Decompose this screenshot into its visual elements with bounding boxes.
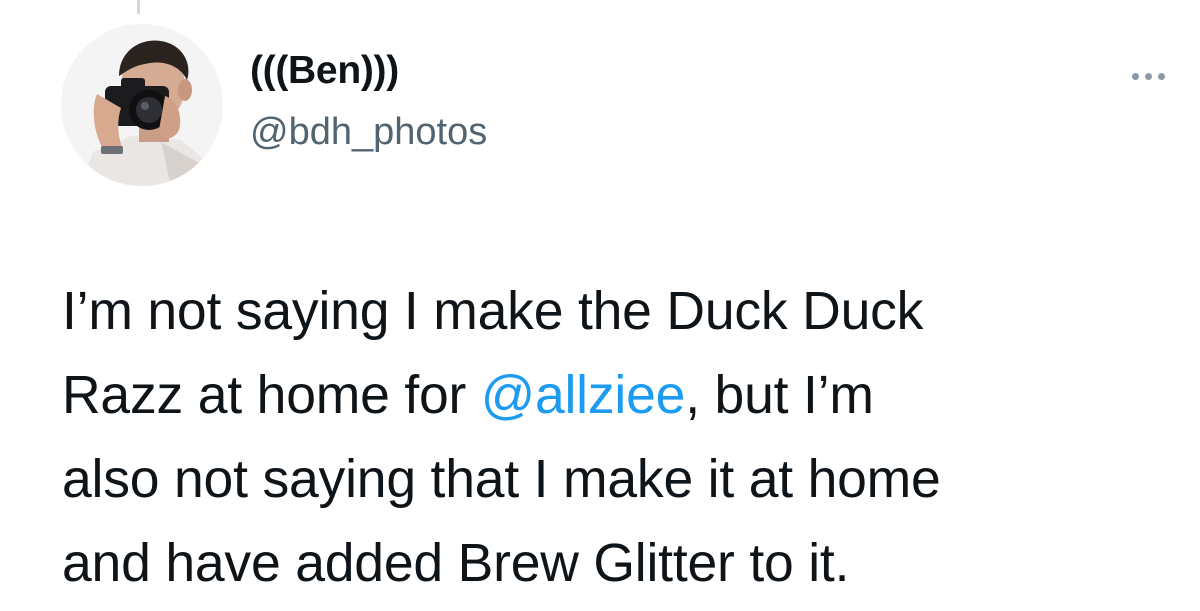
author-handle[interactable]: @bdh_photos xyxy=(250,113,487,151)
avatar-photo xyxy=(61,24,223,186)
tweet-text-segment: Razz at home for xyxy=(62,366,481,425)
avatar[interactable] xyxy=(61,24,223,186)
tweet-text-segment: and have added Brew Glitter to it. xyxy=(62,534,850,593)
tweet-text-line: I’m not saying I make the Duck Duck xyxy=(62,270,1182,354)
tweet-text-segment: also not saying that I make it at home xyxy=(62,450,941,509)
more-horizontal-icon xyxy=(1131,72,1139,80)
tweet-text: I’m not saying I make the Duck Duck Razz… xyxy=(62,270,1182,606)
more-horizontal-icon xyxy=(1157,72,1165,80)
tweet-text-line: Razz at home for @allziee, but I’m xyxy=(62,354,1182,438)
tweet-text-line: and have added Brew Glitter to it. xyxy=(62,522,1182,606)
more-options-button[interactable] xyxy=(1118,58,1178,94)
tweet-text-segment: I’m not saying I make the Duck Duck xyxy=(62,282,924,341)
thread-connector-line xyxy=(137,0,140,14)
tweet-text-segment: , but I’m xyxy=(685,366,874,425)
author-display-name[interactable]: (((Ben))) xyxy=(250,51,399,90)
more-horizontal-icon xyxy=(1144,72,1152,80)
mention-link[interactable]: @allziee xyxy=(481,366,686,425)
tweet-text-line: also not saying that I make it at home xyxy=(62,438,1182,522)
